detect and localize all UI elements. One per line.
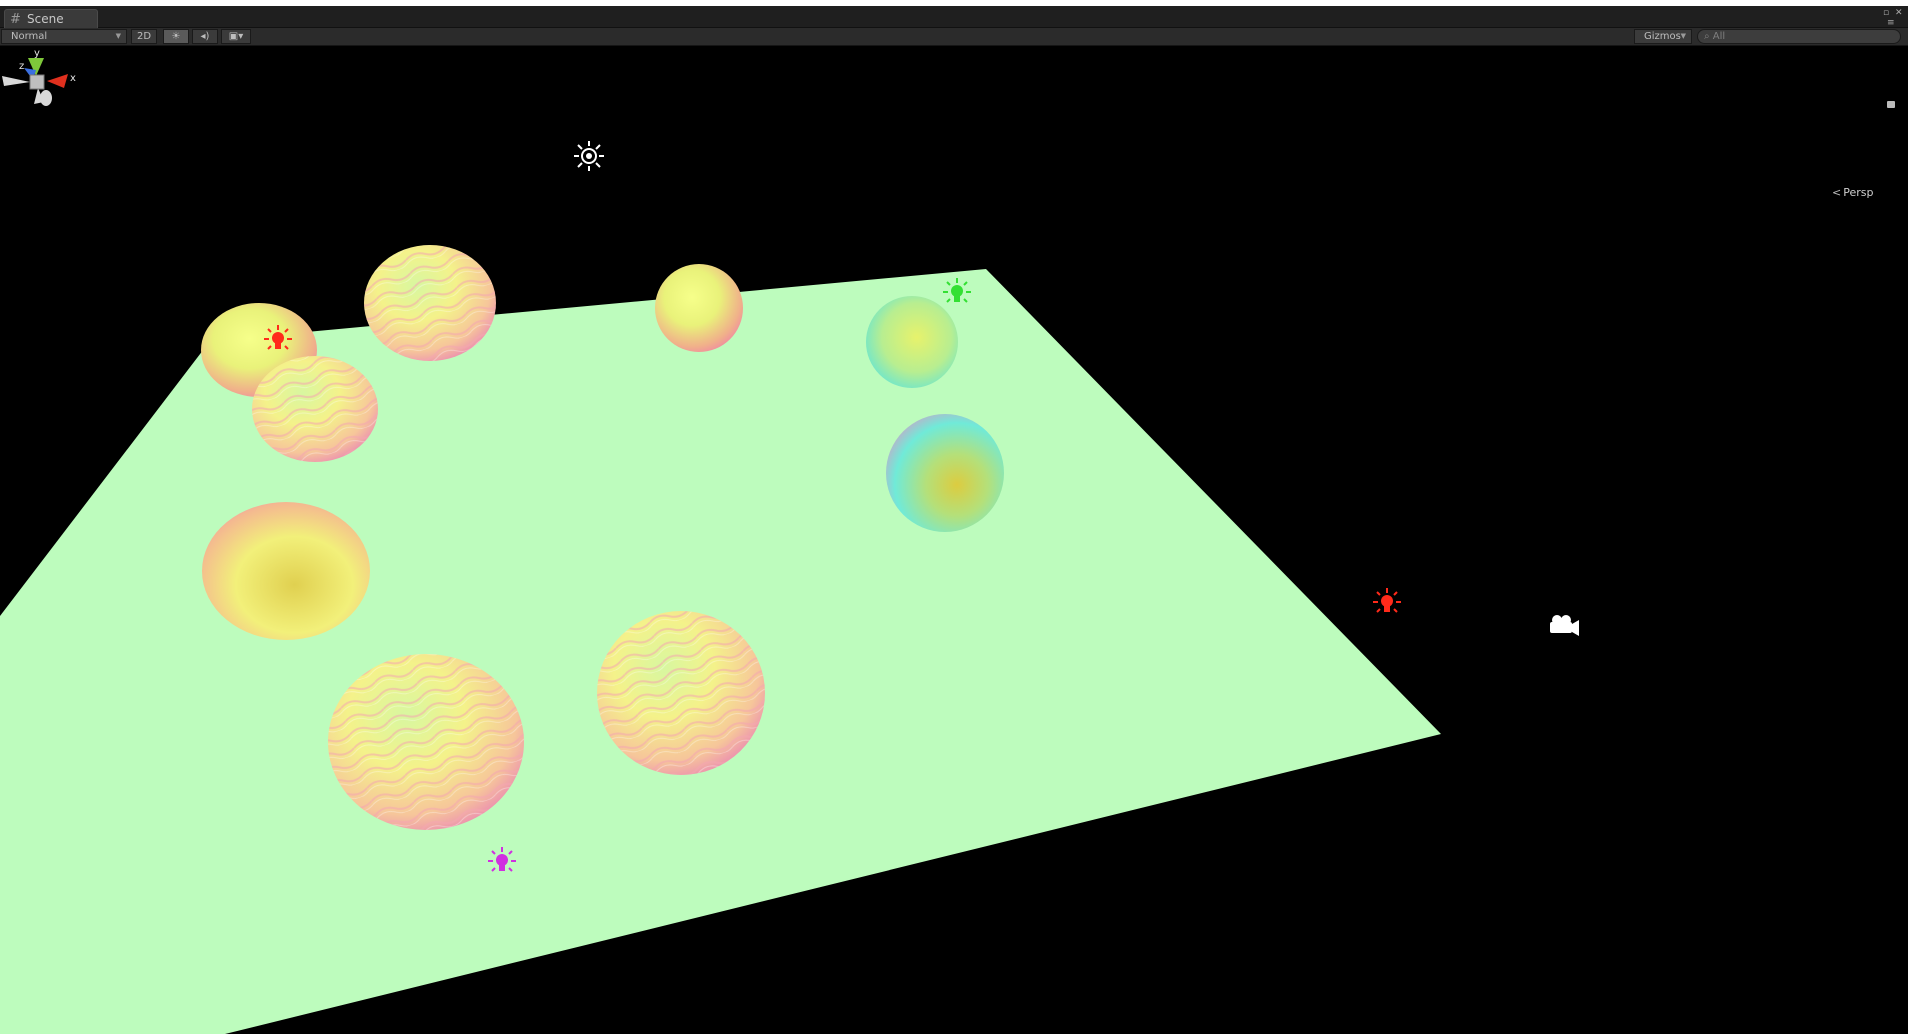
axis-y-label: y (34, 48, 40, 59)
axis-z-label: z (19, 61, 24, 72)
directional-light-icon[interactable] (574, 141, 604, 171)
gizmos-label: Gizmos (1644, 31, 1681, 42)
tab-scene[interactable]: # Scene (4, 9, 98, 28)
maximize-icon[interactable]: ▫ (1883, 8, 1889, 18)
sun-icon: ☀ (171, 31, 181, 42)
camera-icon[interactable] (1550, 615, 1579, 636)
point-light-icon[interactable] (1373, 588, 1401, 613)
dropdown-arrow-icon: ▼ (115, 32, 121, 40)
orientation-gizmo[interactable]: y z x (0, 46, 80, 126)
scene-viewport[interactable]: y z x < Persp (0, 46, 1908, 1034)
lighting-toggle-button[interactable]: ☀ (163, 29, 189, 44)
textured-sphere[interactable] (252, 356, 378, 462)
audio-toggle-button[interactable]: ◂) (192, 29, 218, 44)
sphere[interactable] (202, 502, 370, 640)
axis-neg-x-cone[interactable] (2, 76, 30, 86)
scene-tab-bar: # Scene ▫ ✕ ≡ (0, 6, 1908, 28)
toggle-2d-label: 2D (136, 31, 152, 42)
search-icon: ⌕ (1704, 31, 1710, 42)
axis-x-cone[interactable] (47, 74, 68, 88)
scene-toolbar: Normal ▼ 2D ☀ ◂) ▣▾ Gizmos ▼ ⌕ All (0, 28, 1908, 46)
textured-sphere[interactable] (328, 654, 524, 830)
tab-scene-label: Scene (27, 12, 64, 26)
effects-dropdown[interactable]: ▣▾ (221, 29, 251, 44)
dropdown-arrow-icon: ▼ (1680, 32, 1686, 40)
scene-canvas (0, 141, 1579, 1034)
axis-neg-z-cone[interactable] (40, 90, 52, 106)
search-placeholder: All (1712, 31, 1726, 42)
textured-sphere[interactable] (597, 611, 765, 775)
sphere[interactable] (886, 414, 1004, 532)
close-icon[interactable]: ✕ (1895, 8, 1903, 18)
textured-sphere[interactable] (364, 245, 496, 361)
sphere[interactable] (655, 264, 743, 352)
sphere[interactable] (866, 296, 958, 388)
toggle-2d-button[interactable]: 2D (131, 29, 157, 44)
projection-label: Persp (1843, 186, 1874, 199)
image-icon: ▣▾ (228, 31, 244, 42)
lock-icon[interactable] (1887, 101, 1895, 108)
projection-toggle[interactable]: < Persp (1832, 186, 1873, 199)
perspective-icon: < (1832, 186, 1842, 199)
draw-mode-value: Normal (11, 31, 48, 42)
gizmo-center-cube[interactable] (29, 74, 45, 90)
tab-menu-icon[interactable]: ≡ (1887, 18, 1895, 28)
gizmos-dropdown[interactable]: Gizmos ▼ (1634, 29, 1692, 44)
axis-x-label: x (70, 73, 76, 84)
draw-mode-dropdown[interactable]: Normal ▼ (1, 29, 127, 44)
grid-icon: # (10, 11, 21, 27)
speaker-icon: ◂) (200, 31, 210, 42)
search-input[interactable]: ⌕ All (1697, 29, 1901, 44)
